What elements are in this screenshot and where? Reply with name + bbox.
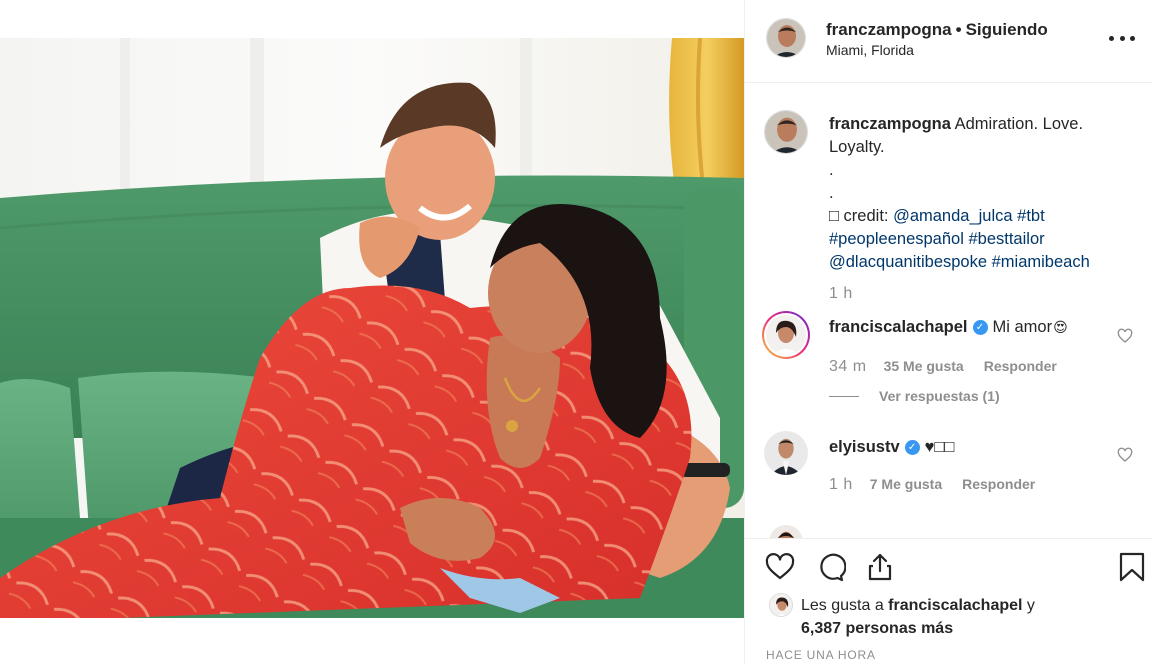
hashtag-link[interactable]: #peopleenespañol — [829, 230, 964, 248]
share-icon[interactable] — [864, 551, 896, 583]
comment-likes[interactable]: 7 Me gusta — [870, 476, 942, 492]
comment-icon[interactable] — [814, 551, 846, 583]
comments-list[interactable]: franczampogna Admiration. Love. Loyalty.… — [745, 83, 1152, 538]
comment-text: ♥□□ — [924, 438, 955, 456]
post-header: franczampogna • Siguiendo Miami, Florida — [745, 0, 1152, 83]
view-replies-label: Ver respuestas (1) — [879, 388, 1000, 404]
likes-others-link[interactable]: 6,387 personas más — [769, 617, 1035, 640]
divider — [829, 395, 859, 397]
likes-conj: y — [1022, 596, 1035, 614]
more-horizontal-icon[interactable] — [1109, 28, 1135, 48]
likes-summary: Les gusta a franciscalachapel y 6,387 pe… — [769, 593, 1035, 640]
comment-text: Mi amor — [992, 318, 1053, 336]
comment-like-heart-icon[interactable] — [1117, 447, 1133, 463]
caption-username[interactable]: franczampogna — [829, 115, 951, 133]
reply-button[interactable]: Responder — [984, 358, 1057, 374]
caption-dot: . — [829, 184, 834, 202]
comment-line: franciscalachapel ✓ Mi amor 😍 — [829, 318, 1068, 337]
avatar[interactable] — [769, 593, 793, 617]
mention-link[interactable]: @dlacquanitibespoke — [829, 253, 987, 271]
avatar[interactable] — [764, 110, 808, 154]
likes-prefix: Les gusta a — [801, 596, 889, 614]
comment-username[interactable]: franciscalachapel — [829, 318, 968, 337]
post-sidebar: franczampogna • Siguiendo Miami, Florida f… — [744, 0, 1152, 664]
story-ring-avatar[interactable] — [762, 311, 810, 359]
comment-meta: 34 m 35 Me gusta Responder — [829, 358, 1057, 376]
header-username[interactable]: franczampogna — [826, 20, 952, 39]
avatar[interactable] — [766, 18, 806, 58]
heart-icon[interactable] — [764, 551, 796, 583]
post-timestamp[interactable]: HACE UNA HORA — [766, 648, 876, 662]
post-actions: Les gusta a franciscalachapel y 6,387 pe… — [745, 538, 1152, 664]
view-replies-button[interactable]: Ver respuestas (1) — [829, 388, 1000, 404]
comment-line: elyisustv ✓ ♥□□ — [829, 438, 954, 457]
comment-meta: 1 h 7 Me gusta Responder — [829, 476, 1035, 494]
hashtag-link[interactable]: #besttailor — [968, 230, 1044, 248]
avatar[interactable] — [769, 525, 803, 538]
comment-username[interactable]: elyisustv — [829, 438, 900, 457]
location-link[interactable]: Miami, Florida — [826, 41, 1048, 59]
caption-time[interactable]: 1 h — [829, 285, 853, 303]
caption-text: Admiration. Love. — [954, 115, 1084, 133]
bookmark-icon[interactable] — [1116, 551, 1148, 583]
caption-dot: . — [829, 161, 834, 179]
post-header-text: franczampogna • Siguiendo Miami, Florida — [826, 20, 1048, 59]
comment-like-heart-icon[interactable] — [1117, 328, 1133, 344]
comment-likes[interactable]: 35 Me gusta — [884, 358, 964, 374]
likes-user-link[interactable]: franciscalachapel — [888, 594, 1022, 617]
caption-credit-prefix: □ credit: — [829, 207, 894, 225]
post-photo[interactable] — [0, 38, 744, 618]
heart-eyes-emoji-icon: 😍 — [1053, 319, 1068, 335]
hashtag-link[interactable]: #tbt — [1017, 207, 1045, 225]
hashtag-link[interactable]: #miamibeach — [992, 253, 1090, 271]
header-separator: • — [955, 20, 962, 39]
follow-status-button[interactable]: Siguiendo — [966, 20, 1048, 39]
avatar — [766, 315, 806, 355]
comment-time[interactable]: 34 m — [829, 358, 867, 376]
mention-link[interactable]: @amanda_julca — [893, 207, 1013, 225]
verified-badge-icon: ✓ — [972, 320, 988, 335]
avatar[interactable] — [764, 431, 808, 475]
comment-time[interactable]: 1 h — [829, 476, 853, 494]
post-image-panel — [0, 0, 744, 664]
caption: franczampogna Admiration. Love. Loyalty.… — [829, 113, 1129, 274]
caption-text-line2: Loyalty. — [829, 138, 885, 156]
verified-badge-icon: ✓ — [904, 440, 920, 455]
header-line: franczampogna • Siguiendo — [826, 20, 1048, 40]
reply-button[interactable]: Responder — [962, 476, 1035, 492]
